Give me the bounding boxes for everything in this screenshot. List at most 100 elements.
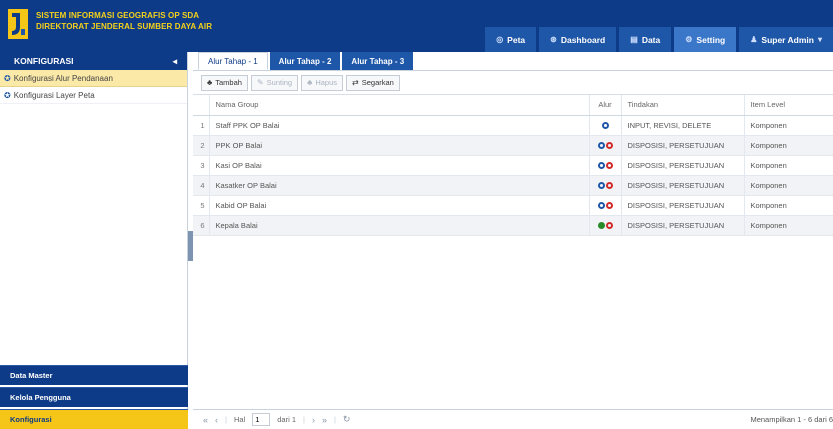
dashboard-icon: ⊛ xyxy=(550,35,557,44)
first-page-icon[interactable]: « xyxy=(203,415,208,425)
sidebar-header: KONFIGURASI ◂ xyxy=(0,52,187,70)
group-name-cell: PPK OP Balai xyxy=(209,135,589,156)
row-number: 5 xyxy=(193,195,210,216)
reload-icon[interactable]: ↻ xyxy=(343,414,351,425)
col-alur-header[interactable]: Alur xyxy=(588,95,621,116)
table-row[interactable]: 6 Kepala Balai DISPOSISI, PERSETUJUAN Kompo… xyxy=(193,215,833,236)
group-table: Nama Group Alur Tindakan Item Level 1 Sta… xyxy=(193,95,833,236)
tindakan-cell: DISPOSISI, PERSETUJUAN xyxy=(620,215,744,236)
page-label: Hal xyxy=(233,415,246,424)
row-number: 3 xyxy=(193,155,210,176)
nav-dashboard-label: Dashboard xyxy=(560,34,606,45)
user-icon: ♟ xyxy=(750,35,758,44)
table-header-row: Nama Group Alur Tindakan Item Level xyxy=(193,95,833,116)
refresh-button-label: Segarkan xyxy=(361,78,394,87)
table-row[interactable]: 5 Kabid OP Balai DISPOSISI, PERSETUJUAN Kom… xyxy=(193,195,833,216)
nav-dashboard[interactable]: ⊛ Dashboard xyxy=(539,27,617,52)
table-row[interactable]: 4 Kasatker OP Balai DISPOSISI, PERSETUJUAN… xyxy=(193,175,833,196)
group-name-cell: Kasi OP Balai xyxy=(209,155,589,176)
settings-icon: ⚙ xyxy=(685,35,693,44)
tindakan-cell: DISPOSISI, PERSETUJUAN xyxy=(620,195,744,216)
sidebar-section-kelola-pengguna[interactable]: Kelola Pengguna xyxy=(0,387,188,407)
tab-alur-tahap-3[interactable]: Alur Tahap - 3 xyxy=(342,52,414,70)
main-panel: Alur Tahap - 1 Alur Tahap - 2 Alur Tahap… xyxy=(193,52,833,429)
red-status-icon[interactable] xyxy=(605,182,613,190)
divider: | xyxy=(225,415,227,424)
row-number: 4 xyxy=(193,175,210,196)
app-header: SISTEM INFORMASI GEOGRAFIS OP SDA DIREKT… xyxy=(0,0,833,52)
collapse-left-icon[interactable]: ◂ xyxy=(173,56,177,67)
col-tindakan-header[interactable]: Tindakan xyxy=(620,95,744,116)
red-status-icon[interactable] xyxy=(605,142,613,150)
red-status-icon[interactable] xyxy=(605,222,613,230)
sidebar-section-label: Data Master xyxy=(10,371,53,380)
col-nama-group-header[interactable]: Nama Group xyxy=(209,95,589,116)
next-page-icon[interactable]: › xyxy=(312,415,315,425)
table-row[interactable]: 1 Staff PPK OP Balai INPUT, REVISI, DELETE… xyxy=(193,115,833,136)
add-user-icon: ♣ xyxy=(207,78,213,87)
green-status-icon[interactable] xyxy=(597,222,605,230)
sidebar-item-label: Konfigurasi Layer Peta xyxy=(13,90,95,100)
item-level-cell: Komponen xyxy=(743,155,833,176)
sidebar-item-layer-peta[interactable]: ✪ Konfigurasi Layer Peta xyxy=(0,87,187,104)
refresh-button[interactable]: ⇄ Segarkan xyxy=(346,74,400,91)
logo-icon xyxy=(8,9,28,39)
delete-button-label: Hapus xyxy=(315,78,338,87)
table-row[interactable]: 3 Kasi OP Balai DISPOSISI, PERSETUJUAN Komp… xyxy=(193,155,833,176)
delete-button[interactable]: ♣ Hapus xyxy=(301,74,344,91)
add-button[interactable]: ♣ Tambah xyxy=(201,74,248,91)
sidebar-item-alur-pendanaan[interactable]: ✪ Konfigurasi Alur Pendanaan xyxy=(0,70,187,87)
page-count: dari 1 xyxy=(277,415,296,424)
tindakan-cell: INPUT, REVISI, DELETE xyxy=(620,115,744,136)
alur-cell xyxy=(588,195,621,216)
nav-data-label: Data xyxy=(641,34,661,45)
sidebar-section-label: Konfigurasi xyxy=(10,415,52,424)
edit-user-icon: ✎ xyxy=(256,78,264,87)
alur-cell xyxy=(588,215,621,236)
top-nav: ◎ Peta ⊛ Dashboard ▤ Data ⚙ Setting ♟ Su… xyxy=(482,27,833,52)
bullet-icon: ✪ xyxy=(4,73,11,83)
nav-user-label: Super Admin xyxy=(761,34,814,45)
col-item-level-header[interactable]: Item Level xyxy=(743,95,833,116)
app-title: SISTEM INFORMASI GEOGRAFIS OP SDA DIREKT… xyxy=(36,10,212,32)
item-level-cell: Komponen xyxy=(743,115,833,136)
blue-status-icon[interactable] xyxy=(597,142,605,150)
edit-button[interactable]: ✎ Sunting xyxy=(250,74,299,91)
nav-user-menu[interactable]: ♟ Super Admin ▾ xyxy=(739,27,833,52)
item-level-cell: Komponen xyxy=(743,175,833,196)
tab-alur-tahap-1[interactable]: Alur Tahap - 1 xyxy=(198,52,268,70)
blue-status-icon[interactable] xyxy=(601,122,609,130)
row-number: 1 xyxy=(193,115,210,136)
pagination-bar: « ‹ | Hal dari 1 | › » | ↻ Menampilkan 1… xyxy=(193,409,833,429)
last-page-icon[interactable]: » xyxy=(322,415,327,425)
nav-data[interactable]: ▤ Data xyxy=(619,27,672,52)
pagination-info: Menampilkan 1 - 6 dari 6 xyxy=(750,415,833,424)
red-status-icon[interactable] xyxy=(605,162,613,170)
group-name-cell: Staff PPK OP Balai xyxy=(209,115,589,136)
nav-peta-label: Peta xyxy=(507,34,526,45)
page-input[interactable] xyxy=(252,413,271,426)
nav-peta[interactable]: ◎ Peta xyxy=(485,27,537,52)
nav-setting[interactable]: ⚙ Setting xyxy=(674,27,737,52)
tindakan-cell: DISPOSISI, PERSETUJUAN xyxy=(620,135,744,156)
chevron-down-icon: ▾ xyxy=(817,35,822,44)
nav-setting-label: Setting xyxy=(696,34,726,45)
red-status-icon[interactable] xyxy=(605,202,613,210)
divider: | xyxy=(333,415,336,424)
sidebar-section-label: Kelola Pengguna xyxy=(10,393,71,402)
row-number: 2 xyxy=(193,135,210,156)
group-name-cell: Kepala Balai xyxy=(209,215,589,236)
blue-status-icon[interactable] xyxy=(597,162,605,170)
delete-user-icon: ♣ xyxy=(307,78,313,87)
blue-status-icon[interactable] xyxy=(597,182,605,190)
blue-status-icon[interactable] xyxy=(597,202,605,210)
sidebar-section-konfigurasi[interactable]: Konfigurasi xyxy=(0,409,188,429)
table-row[interactable]: 2 PPK OP Balai DISPOSISI, PERSETUJUAN Kompo… xyxy=(193,135,833,156)
tindakan-cell: DISPOSISI, PERSETUJUAN xyxy=(620,155,744,176)
refresh-icon: ⇄ xyxy=(352,78,359,87)
tab-alur-tahap-2[interactable]: Alur Tahap - 2 xyxy=(269,52,341,70)
group-name-cell: Kabid OP Balai xyxy=(209,195,589,216)
sidebar-section-data-master[interactable]: Data Master xyxy=(0,365,188,385)
alur-cell xyxy=(588,175,621,196)
prev-page-icon[interactable]: ‹ xyxy=(215,415,218,425)
